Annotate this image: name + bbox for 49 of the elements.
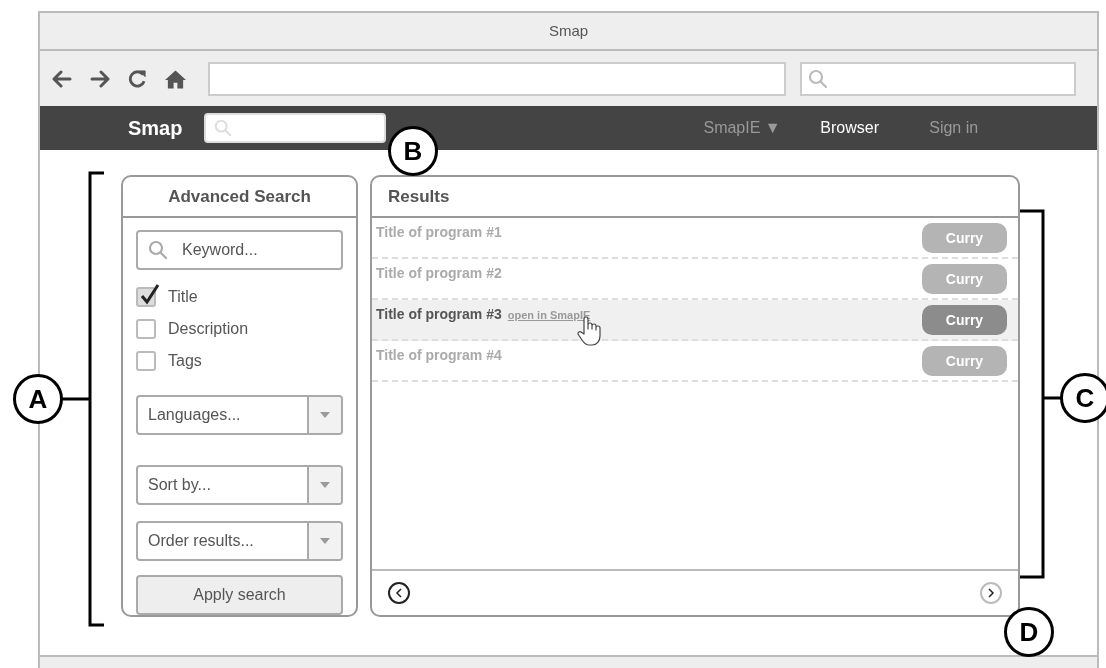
chevron-left-icon	[395, 588, 403, 598]
home-icon[interactable]	[165, 68, 186, 89]
nav-link[interactable]: Browser	[797, 116, 902, 140]
search-icon	[148, 240, 168, 260]
panel-title: Advanced Search	[168, 185, 311, 208]
search-icon	[808, 68, 828, 89]
program-title: Title of program #3	[376, 305, 502, 324]
program-title: Title of program #2	[376, 264, 502, 283]
checkbox[interactable]	[136, 351, 156, 371]
caret-icon	[320, 412, 330, 418]
apply-search-button[interactable]: Apply search	[136, 575, 343, 615]
open-link[interactable]: open in SmapIE	[507, 307, 591, 324]
forward-arrow-icon[interactable]	[90, 69, 110, 88]
caret-icon	[320, 482, 330, 488]
dropdown[interactable]: Sort by...	[136, 465, 343, 505]
curry-button[interactable]: Curry	[922, 264, 1007, 294]
dropdown[interactable]: Order results...	[136, 521, 343, 561]
curry-button[interactable]: Curry	[922, 223, 1007, 253]
reload-icon[interactable]	[128, 69, 147, 88]
checkbox-label: Description	[168, 319, 249, 339]
program-title: Title of program #4	[376, 346, 502, 365]
checkbox-label: Tags	[168, 351, 202, 371]
dropdown-placeholder: Sort by...	[147, 475, 212, 495]
dropdown-placeholder: Order results...	[147, 531, 255, 551]
caret-icon	[320, 538, 330, 544]
callout-marker: A	[13, 374, 63, 424]
curry-button[interactable]: Curry	[922, 305, 1007, 335]
previous-page-button[interactable]	[388, 582, 410, 604]
navbar-search-field[interactable]	[204, 113, 387, 143]
checkbox[interactable]	[136, 319, 156, 339]
nav-link[interactable]: SmapIE ▼	[686, 116, 798, 140]
brand-name[interactable]: Smap	[128, 113, 183, 143]
keyword-placeholder: Keyword...	[182, 240, 258, 260]
dropdown[interactable]: Languages...	[136, 395, 343, 435]
panel-title: Results	[388, 185, 450, 208]
dropdown-placeholder: Languages...	[147, 405, 242, 425]
search-icon	[214, 119, 233, 137]
back-arrow-icon[interactable]	[52, 69, 72, 88]
keyword-field[interactable]: Keyword...	[136, 230, 343, 270]
window-title: Smap	[548, 20, 589, 41]
program-title: Title of program #1	[376, 223, 502, 242]
check-icon	[140, 283, 160, 305]
next-page-button[interactable]	[980, 582, 1002, 604]
address-field[interactable]	[208, 61, 786, 96]
browser-search-field[interactable]	[800, 61, 1076, 96]
nav-link[interactable]: Sign in	[901, 116, 1006, 140]
curry-button[interactable]: Curry	[922, 346, 1007, 376]
chevron-right-icon	[987, 588, 995, 598]
checkbox-label: Title	[168, 287, 198, 307]
